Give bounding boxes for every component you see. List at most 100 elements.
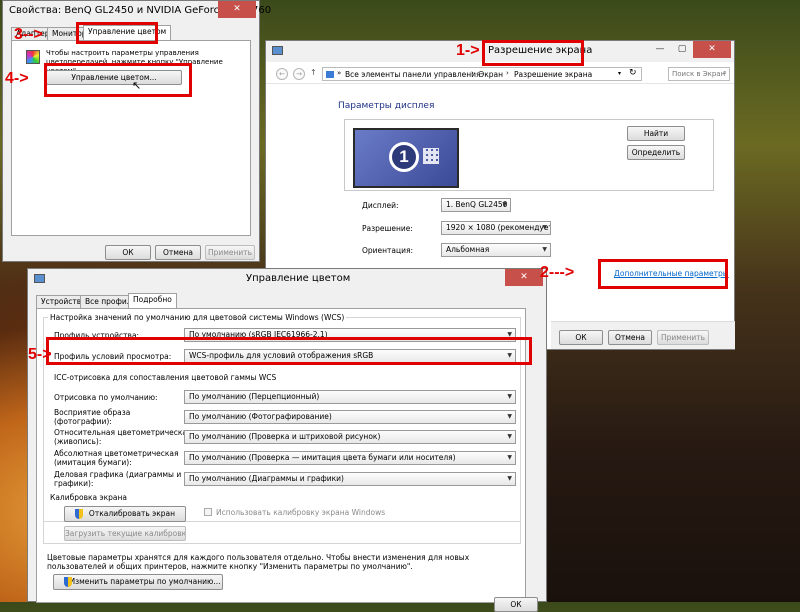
chevron-down-icon: ▼ xyxy=(502,201,507,208)
ok-button[interactable]: ОК xyxy=(559,330,603,345)
breadcrumb-screen[interactable]: Экран xyxy=(479,70,503,79)
device-profile-select[interactable]: По умолчанию (sRGB IEC61966-2.1) ▼ xyxy=(184,328,516,342)
orientation-label: Ориентация: xyxy=(362,246,414,255)
ok-button[interactable]: ОК xyxy=(105,245,151,260)
search-box[interactable]: Поиск в Экран ⌕ xyxy=(668,67,730,81)
chevron-down-icon: ▼ xyxy=(507,331,512,338)
window-controls: — ▢ ✕ xyxy=(649,41,731,58)
absolute-colorimetric-label: Абсолютная цветометрическая (имитация бу… xyxy=(54,449,179,467)
tab-panel: Чтобы настроить параметры управления цве… xyxy=(11,40,251,236)
annotation-marker-3: 3--> xyxy=(14,26,43,43)
bottom-divider: ОК Отмена Применить xyxy=(551,321,735,349)
apply-button[interactable]: Применить xyxy=(657,330,709,345)
identify-button[interactable]: Определить xyxy=(627,145,685,160)
shield-icon xyxy=(75,509,83,519)
viewing-conditions-select[interactable]: WCS-профиль для условий отображения sRGB… xyxy=(184,349,516,363)
mouse-cursor-icon: ↖ xyxy=(132,79,142,92)
annotation-marker-2: 2---> xyxy=(540,264,575,281)
chevron-down-icon: ▼ xyxy=(542,224,547,231)
maximize-icon[interactable]: ▢ xyxy=(671,41,693,58)
cancel-button[interactable]: Отмена xyxy=(155,245,201,260)
business-graphics-label: Деловая графика (диаграммы и графики): xyxy=(54,470,182,488)
close-icon[interactable]: ✕ xyxy=(693,41,731,58)
business-graphics-select[interactable]: По умолчанию (Диаграммы и графики) ▼ xyxy=(184,472,516,486)
chevron-down-icon: ▼ xyxy=(507,413,512,420)
chevron-down-icon: ▼ xyxy=(507,433,512,440)
icc-rendering-heading: ICC-отрисовка для сопоставления цветовой… xyxy=(54,373,277,382)
window-app-icon xyxy=(272,46,283,55)
change-defaults-button[interactable]: Изменить параметры по умолчанию... xyxy=(53,574,223,590)
rendering-select[interactable]: По умолчанию (Перцепционный) ▼ xyxy=(184,390,516,404)
breadcrumb-root-chevron-icon[interactable]: » xyxy=(337,69,341,77)
color-management-window: Управление цветом ✕ Устройства Все профи… xyxy=(27,268,547,612)
address-dropdown-icon[interactable]: ▾ xyxy=(618,70,621,77)
annotation-marker-5: 5-> xyxy=(28,346,52,363)
window-title: Управление цветом xyxy=(246,273,351,284)
window-controls: ✕ xyxy=(505,269,543,286)
wcs-group-title: Настройка значений по умолчанию для цвет… xyxy=(48,313,347,322)
shield-icon xyxy=(64,577,72,587)
forward-arrow-icon[interactable]: → xyxy=(293,68,305,80)
relative-colorimetric-select[interactable]: По умолчанию (Проверка и штриховой рисун… xyxy=(184,430,516,444)
apply-button[interactable]: Применить xyxy=(205,245,255,260)
tab-color-management[interactable]: Управление цветом xyxy=(83,25,172,40)
rendering-label: Отрисовка по умолчанию: xyxy=(54,393,158,402)
close-icon[interactable]: ✕ xyxy=(218,1,256,18)
chevron-down-icon: ▼ xyxy=(507,475,512,482)
title-bar[interactable]: Управление цветом ✕ xyxy=(28,269,546,290)
chevron-down-icon: ▼ xyxy=(507,352,512,359)
color-management-icon xyxy=(26,50,40,64)
chevron-down-icon: ▼ xyxy=(542,246,547,253)
resolution-label: Разрешение: xyxy=(362,224,413,233)
detect-button[interactable]: Найти xyxy=(627,126,685,141)
search-icon[interactable]: ⌕ xyxy=(723,68,727,78)
ok-button[interactable]: ОК xyxy=(494,597,538,612)
annotation-marker-1: 1-> xyxy=(456,42,480,59)
address-bar[interactable]: » Все элементы панели управления › Экран… xyxy=(322,67,642,81)
absolute-colorimetric-select[interactable]: По умолчанию (Проверка — имитация цвета … xyxy=(184,451,516,465)
monitor-preview-area: 1 Найти Определить xyxy=(344,119,714,191)
display-label: Дисплей: xyxy=(362,201,399,210)
display-settings-heading: Параметры дисплея xyxy=(338,101,435,111)
monitor-thumbnail[interactable]: 1 xyxy=(353,128,459,188)
calibrate-display-button[interactable]: Откалибровать экран xyxy=(64,506,186,522)
display-select[interactable]: 1. BenQ GL2450 ▼ xyxy=(441,198,511,212)
search-input[interactable]: Поиск в Экран xyxy=(672,70,725,78)
manage-color-button[interactable]: Управление цветом... xyxy=(46,70,182,85)
title-bar[interactable]: Разрешение экрана — ▢ ✕ xyxy=(266,41,734,62)
up-arrow-icon[interactable]: ↑ xyxy=(310,68,317,77)
tab-advanced[interactable]: Подробно xyxy=(128,293,177,308)
chevron-down-icon: ▼ xyxy=(507,454,512,461)
cancel-button[interactable]: Отмена xyxy=(608,330,652,345)
use-calibration-label: Использовать калибровку экрана Windows xyxy=(216,508,386,517)
breadcrumb-separator-icon: › xyxy=(506,69,509,77)
annotation-marker-4: 4-> xyxy=(5,70,29,87)
relative-colorimetric-label: Относительная цветометрическая (живопись… xyxy=(54,428,192,446)
orientation-select[interactable]: Альбомная ▼ xyxy=(441,243,551,257)
footer-text: Цветовые параметры хранятся для каждого … xyxy=(47,553,470,571)
perceptual-label: Восприятие образа (фотографии): xyxy=(54,408,131,426)
advanced-settings-link[interactable]: Дополнительные параметры xyxy=(614,269,729,278)
breadcrumb-separator-icon: › xyxy=(471,69,474,77)
use-calibration-checkbox[interactable] xyxy=(204,508,212,516)
tab-panel: Настройка значений по умолчанию для цвет… xyxy=(36,308,526,603)
monitor-number-badge: 1 xyxy=(389,142,419,172)
control-panel-icon xyxy=(326,71,334,78)
viewing-conditions-label: Профиль условий просмотра: xyxy=(54,352,172,361)
back-arrow-icon[interactable]: ← xyxy=(276,68,288,80)
window-title: Разрешение экрана xyxy=(488,45,593,56)
calibration-group: Калибровка экрана Откалибровать экран Ис… xyxy=(43,493,521,544)
refresh-icon[interactable]: ↻ xyxy=(629,68,637,78)
reload-calibration-button[interactable]: Загрузить текущие калибровки xyxy=(64,526,186,541)
close-icon[interactable]: ✕ xyxy=(505,269,543,286)
breadcrumb-resolution[interactable]: Разрешение экрана xyxy=(514,70,592,79)
window-controls: ✕ xyxy=(218,1,256,18)
breadcrumb-all-items[interactable]: Все элементы панели управления xyxy=(345,70,481,79)
window-app-icon xyxy=(34,274,45,283)
chevron-down-icon: ▼ xyxy=(507,393,512,400)
title-bar[interactable]: Свойства: BenQ GL2450 и NVIDIA GeForce G… xyxy=(3,1,271,22)
perceptual-select[interactable]: По умолчанию (Фотографирование) ▼ xyxy=(184,410,516,424)
calibration-group-title: Калибровка экрана xyxy=(48,493,129,502)
minimize-icon[interactable]: — xyxy=(649,41,671,58)
resolution-select[interactable]: 1920 × 1080 (рекомендуется)▼ xyxy=(441,221,551,235)
